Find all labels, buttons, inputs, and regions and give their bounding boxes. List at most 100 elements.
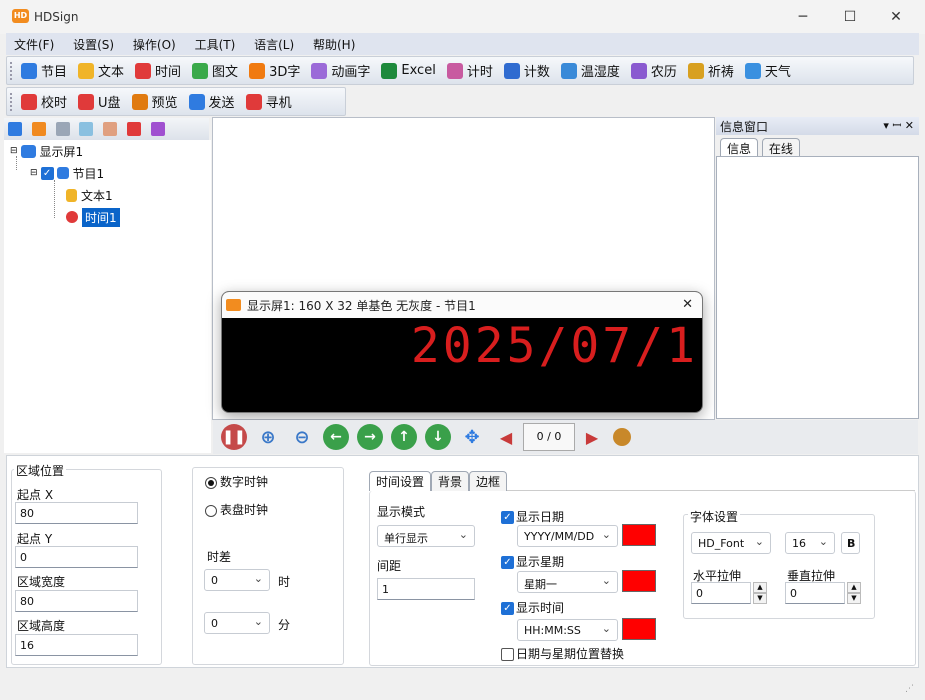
tab-border[interactable]: 边框 (469, 471, 508, 491)
prev-page-icon[interactable]: ◀ (493, 424, 519, 450)
start-x-label: 起点 X (17, 488, 54, 502)
tab-online[interactable]: 在线 (761, 138, 800, 158)
toolbar-button-excel[interactable]: Excel (376, 57, 441, 84)
toolbar-button-3d-text[interactable]: 3D字 (244, 57, 306, 84)
toolbar-button-hourglass[interactable]: 计时 (442, 57, 499, 84)
program-checkbox[interactable]: ✓ (40, 166, 54, 180)
week-format-select[interactable]: 星期一 ⌄ (517, 571, 618, 593)
preview-close-icon[interactable]: ✕ (682, 297, 693, 312)
dial-clock-radio[interactable]: 表盘时钟 (205, 501, 268, 518)
delete-icon[interactable] (127, 122, 142, 136)
pause-icon[interactable]: ❚❚ (221, 424, 247, 450)
show-time-checkbox[interactable]: ✓ 显示时间 (501, 599, 564, 616)
move-icon[interactable]: ✥ (459, 424, 485, 450)
toolbar-button-eye[interactable]: 预览 (127, 88, 184, 115)
time-color-swatch[interactable] (622, 618, 656, 640)
zoom-in-icon[interactable]: ⊕ (255, 424, 281, 450)
menu-tools[interactable]: 工具(T) (187, 33, 243, 53)
menu-language[interactable]: 语言(L) (246, 33, 301, 53)
toolbar-button-animated-text[interactable]: 动画字 (306, 57, 376, 84)
preview-window[interactable]: 显示屏1: 160 X 32 单基色 无灰度 - 节目1 ✕ 2025/07/1 (221, 291, 703, 413)
tree-item-text[interactable]: 文本1 (66, 185, 113, 205)
collapse-icon[interactable]: ⊟ (10, 146, 18, 156)
start-x-input[interactable]: 80 (15, 502, 138, 524)
menu-file[interactable]: 文件(F) (6, 33, 61, 53)
show-week-checkbox[interactable]: ✓ 显示星期 (501, 553, 564, 570)
tree-program-label: 节目1 (72, 166, 105, 181)
tree-screen-node[interactable]: ⊟ 显示屏1 (10, 141, 83, 161)
toolbar-button-thermometer[interactable]: 温湿度 (556, 57, 626, 84)
paste-icon[interactable] (55, 122, 70, 136)
move-down-icon[interactable] (103, 122, 118, 136)
check-icon[interactable] (150, 122, 165, 136)
show-date-checkbox[interactable]: ✓ 显示日期 (501, 508, 564, 525)
maximize-button[interactable]: ☐ (827, 4, 873, 30)
minimize-button[interactable]: ─ (780, 4, 826, 30)
display-mode-value: 单行显示 (384, 532, 428, 545)
font-name-select[interactable]: HD_Font ⌄ (691, 532, 771, 554)
eye-icon (131, 93, 148, 110)
tab-time-settings[interactable]: 时间设置 (369, 471, 432, 491)
font-size-select[interactable]: 16 ⌄ (785, 532, 835, 554)
arrow-left-icon[interactable]: ← (323, 424, 349, 450)
spin-down-icon[interactable]: ▼ (753, 593, 767, 604)
horizontal-stretch-input[interactable]: 0 (691, 582, 751, 604)
arrow-up-icon[interactable]: ↑ (391, 424, 417, 450)
next-page-icon[interactable]: ▶ (579, 424, 605, 450)
region-height-input[interactable]: 16 (15, 634, 138, 656)
vertical-stretch-input[interactable]: 0 (785, 582, 845, 604)
tree-program-node[interactable]: ⊟ ✓ 节目1 (30, 163, 104, 183)
arrow-right-icon[interactable]: → (357, 424, 383, 450)
hour-offset-select[interactable]: 0 ⌄ (204, 569, 270, 591)
zoom-out-icon[interactable]: ⊖ (289, 424, 315, 450)
toolbar-button-prayer[interactable]: 祈祷 (683, 57, 740, 84)
menu-help[interactable]: 帮助(H) (305, 33, 362, 53)
program-icon (56, 167, 69, 179)
toolbar-button-counter[interactable]: 计数 (499, 57, 556, 84)
screen-icon[interactable] (8, 122, 22, 136)
toolbar-button-sync-time[interactable]: 校时 (16, 88, 73, 115)
show-date-label: 显示日期 (516, 510, 565, 524)
move-up-icon[interactable] (79, 122, 94, 136)
copy-icon[interactable] (31, 122, 46, 136)
close-button[interactable]: ✕ (873, 4, 919, 30)
week-color-swatch[interactable] (622, 570, 656, 592)
region-width-input[interactable]: 80 (15, 590, 138, 612)
tab-background[interactable]: 背景 (431, 471, 470, 491)
checkbox-checked-icon: ✓ (501, 602, 514, 615)
resize-grip-icon[interactable]: ⋰ (905, 684, 914, 694)
toolbar-button-send[interactable]: 发送 (184, 88, 241, 115)
date-format-select[interactable]: YYYY/MM/DD ⌄ (517, 525, 618, 547)
tab-info[interactable]: 信息 (720, 138, 759, 158)
minute-offset-select[interactable]: 0 ⌄ (204, 612, 270, 634)
spin-down-icon[interactable]: ▼ (847, 593, 861, 604)
toolbar-button-image[interactable]: 图文 (187, 57, 244, 84)
menu-operate[interactable]: 操作(O) (125, 33, 183, 53)
toolbar-button-text[interactable]: 文本 (73, 57, 130, 84)
target-icon[interactable] (613, 428, 631, 446)
digital-clock-radio[interactable]: 数字时钟 (205, 473, 268, 490)
spin-up-icon[interactable]: ▲ (847, 582, 861, 593)
date-color-swatch[interactable] (622, 524, 656, 546)
arrow-down-icon[interactable]: ↓ (425, 424, 451, 450)
display-mode-select[interactable]: 单行显示 ⌄ (377, 525, 475, 547)
toolbar-button-program[interactable]: 节目 (16, 57, 73, 84)
toolbar-button-usb[interactable]: U盘 (73, 88, 127, 115)
radio-selected-icon (205, 476, 217, 489)
time-format-select[interactable]: HH:MM:SS ⌄ (517, 619, 618, 641)
menu-settings[interactable]: 设置(S) (65, 33, 121, 53)
toolbar-button-weather[interactable]: 天气 (740, 57, 797, 84)
prayer-icon (687, 62, 704, 79)
spacing-input[interactable]: 1 (377, 578, 475, 600)
toolbar-button-clock[interactable]: 时间 (130, 57, 187, 84)
toolbar-button-search[interactable]: 寻机 (241, 88, 298, 115)
spin-up-icon[interactable]: ▲ (753, 582, 767, 593)
toolbar-button-calendar[interactable]: 农历 (626, 57, 683, 84)
swap-date-week-checkbox[interactable]: 日期与星期位置替换 (501, 645, 624, 662)
pane-controls[interactable]: ▾ ꟷ ✕ (883, 118, 914, 133)
start-y-input[interactable]: 0 (15, 546, 138, 568)
toolbar-label: 计时 (466, 65, 493, 80)
collapse-icon[interactable]: ⊟ (30, 168, 38, 178)
bold-button[interactable]: B (841, 532, 860, 554)
tree-item-time[interactable]: 时间1 (66, 207, 120, 227)
